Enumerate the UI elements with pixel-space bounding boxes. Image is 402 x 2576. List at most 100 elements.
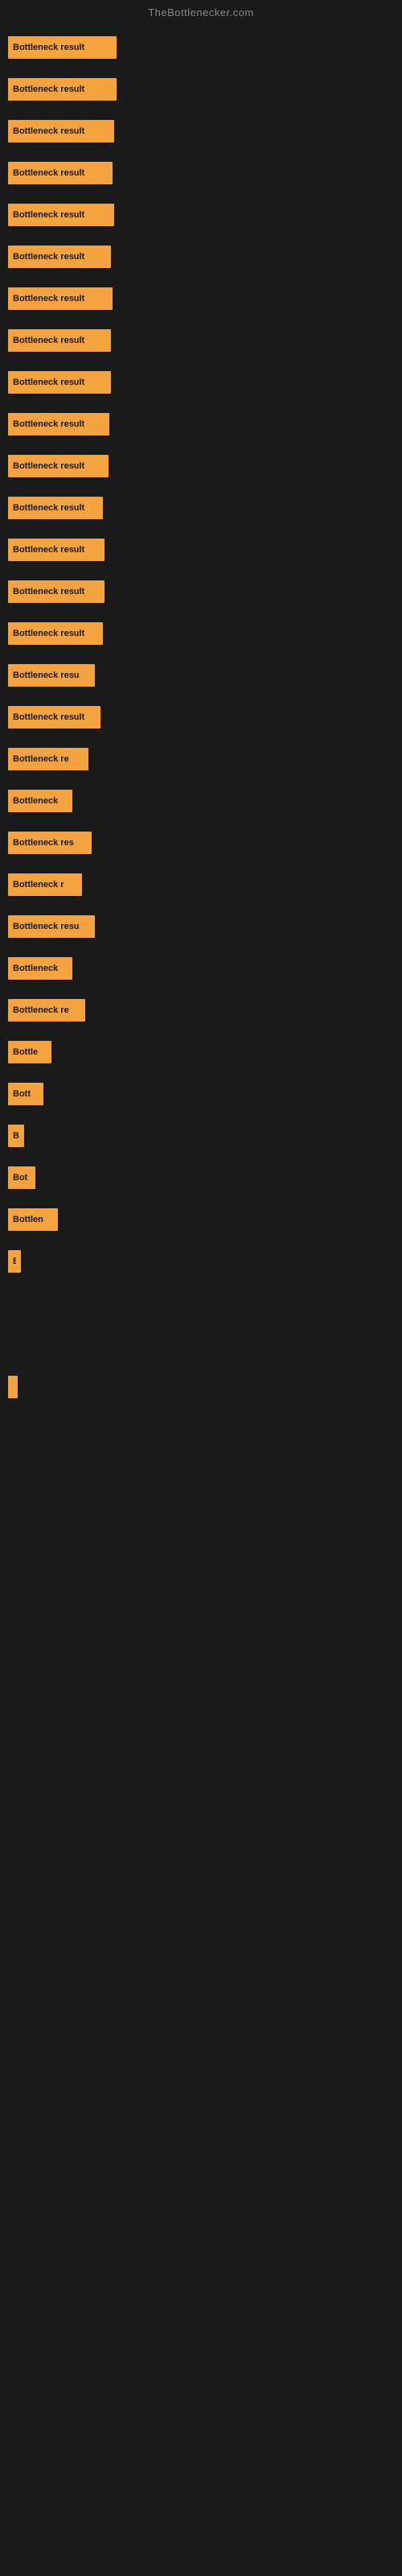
bar-row: Bottleneck result [8,445,394,487]
bottleneck-bar[interactable]: Bottleneck re [8,748,88,770]
bar-wrapper: Bottleneck result [8,152,113,194]
bottleneck-bar[interactable]: Bottle [8,1041,51,1063]
bottleneck-bar[interactable]: B [8,1250,21,1273]
bar-label: Bottleneck res [13,838,74,848]
bottleneck-bar[interactable]: Bottleneck re [8,999,85,1022]
bar-label: Bottleneck result [13,712,84,722]
bottleneck-bar[interactable]: Bottleneck result [8,120,114,142]
bar-wrapper: Bottleneck r [8,864,82,906]
bar-row [8,1492,394,1534]
bottleneck-bar[interactable]: B [8,1125,24,1147]
bar-row [8,1450,394,1492]
bar-wrapper: Bottleneck result [8,194,114,236]
bar-row [8,1827,394,1868]
bar-row [8,1952,394,1994]
bottleneck-bar[interactable]: Bottleneck [8,790,72,812]
bottleneck-bar[interactable]: B [8,1376,18,1398]
bar-label: Bottleneck result [13,378,84,387]
bar-label: Bottleneck re [13,754,69,764]
bar-label: B [13,1257,16,1266]
bottleneck-bar[interactable]: Bottleneck result [8,287,113,310]
bar-label: Bottleneck result [13,252,84,262]
bottleneck-bar[interactable]: Bottlen [8,1208,58,1231]
bottleneck-bar[interactable]: Bottleneck result [8,162,113,184]
bar-wrapper: Bottleneck result [8,361,111,403]
bar-row: Bottleneck result [8,487,394,529]
bar-row: B [8,1366,394,1408]
site-title: TheBottlenecker.com [0,0,402,23]
bar-row [8,1282,394,1324]
bar-wrapper: Bottleneck result [8,68,117,110]
bottleneck-bar[interactable]: Bottleneck result [8,622,103,645]
bar-label: Bottleneck [13,796,58,806]
bar-label: Bottleneck result [13,629,84,638]
bottleneck-bar[interactable]: Bottleneck result [8,371,111,394]
bottleneck-bar[interactable]: Bottleneck result [8,78,117,101]
bottleneck-bar[interactable]: Bot [8,1166,35,1189]
bottleneck-bar[interactable]: Bott [8,1083,43,1105]
bar-label: Bottleneck result [13,43,84,52]
bar-row: Bottleneck resu [8,654,394,696]
bar-row: Bottleneck result [8,571,394,613]
bottleneck-bar[interactable]: Bottleneck result [8,580,105,603]
bottleneck-bar[interactable]: Bottleneck resu [8,664,95,687]
bottleneck-bar[interactable]: Bottleneck result [8,329,111,352]
bottleneck-bar[interactable]: Bottleneck res [8,832,92,854]
bar-label: Bottleneck re [13,1005,69,1015]
bar-label: Bottleneck result [13,294,84,303]
bottleneck-bar[interactable]: Bottleneck result [8,413,109,436]
bar-row [8,1408,394,1450]
bar-wrapper: Bottleneck re [8,989,85,1031]
bar-row: Bottleneck [8,780,394,822]
bars-container: Bottleneck result Bottleneck result Bottle… [0,23,402,2120]
bottleneck-bar[interactable]: Bottleneck result [8,36,117,59]
bottleneck-bar[interactable]: Bottleneck result [8,706,100,729]
bar-label: Bottleneck result [13,545,84,555]
bar-row [8,1701,394,1743]
bottleneck-bar[interactable]: Bottleneck result [8,204,114,226]
bar-row: Bott [8,1073,394,1115]
bottleneck-bar[interactable]: Bottleneck resu [8,915,95,938]
bar-wrapper: Bottleneck resu [8,906,95,947]
bottleneck-bar[interactable]: Bottleneck result [8,539,105,561]
bar-row: Bottleneck re [8,989,394,1031]
bar-label: Bottleneck [13,964,58,973]
bar-row: Bottleneck re [8,738,394,780]
bar-wrapper: Bottleneck result [8,320,111,361]
bar-row: Bottleneck result [8,194,394,236]
bar-label: Bot [13,1173,27,1183]
bar-row: Bottleneck [8,947,394,989]
bar-wrapper: Bottleneck res [8,822,92,864]
bottleneck-bar[interactable]: Bottleneck [8,957,72,980]
bar-wrapper: Bottleneck result [8,110,114,152]
bar-wrapper: Bottlen [8,1199,58,1241]
bar-row: Bottleneck result [8,361,394,403]
bar-label: Bottleneck result [13,168,84,178]
bar-wrapper: Bottleneck result [8,403,109,445]
bottleneck-bar[interactable]: Bottleneck result [8,497,103,519]
bar-wrapper: Bottleneck result [8,529,105,571]
bar-row [8,1659,394,1701]
bar-row [8,1617,394,1659]
bar-label: Bott [13,1089,31,1099]
bar-wrapper: B [8,1366,18,1408]
bar-row: Bottleneck result [8,236,394,278]
bar-wrapper: Bottleneck [8,947,72,989]
bar-row: B [8,1115,394,1157]
bar-row [8,1868,394,1910]
bottleneck-bar[interactable]: Bottleneck r [8,873,82,896]
bar-wrapper: Bottleneck resu [8,654,95,696]
bar-label: Bottlen [13,1215,43,1224]
bottleneck-bar[interactable]: Bottleneck result [8,246,111,268]
bottleneck-bar[interactable]: Bottleneck result [8,455,109,477]
bar-label: Bottle [13,1047,38,1057]
bar-row [8,1324,394,1366]
bar-wrapper: Bottleneck [8,780,72,822]
bar-row: Bottleneck result [8,27,394,68]
bar-row: Bottleneck resu [8,906,394,947]
bar-wrapper: Bott [8,1073,43,1115]
bar-row: Bottleneck result [8,68,394,110]
bar-wrapper: Bottleneck result [8,278,113,320]
bar-wrapper: Bottleneck result [8,27,117,68]
bar-label: Bottleneck resu [13,671,80,680]
